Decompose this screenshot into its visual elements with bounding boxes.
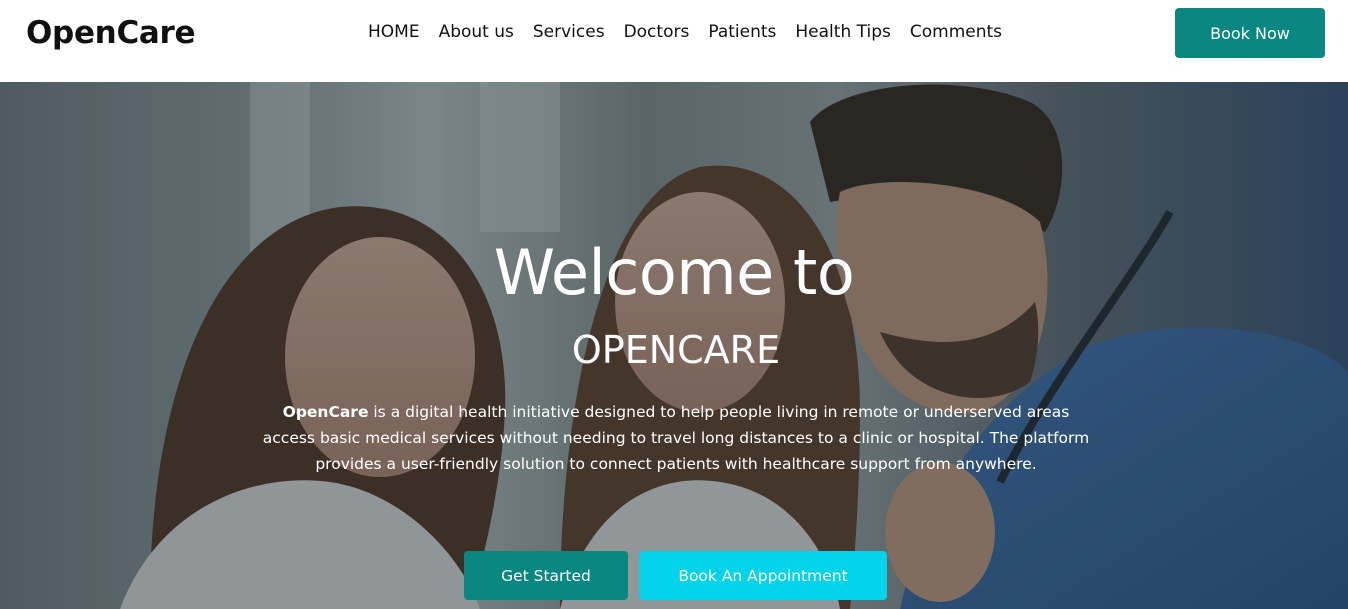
nav-item-comments[interactable]: Comments: [910, 18, 1002, 46]
hero-section: Welcome to OPENCARE OpenCare is a digita…: [0, 82, 1348, 609]
hero-description-brand: OpenCare: [282, 403, 369, 421]
nav-item-patients[interactable]: Patients: [708, 18, 776, 46]
hero-title: Welcome to: [493, 236, 855, 309]
site-logo[interactable]: OpenCare: [26, 13, 196, 53]
nav-item-health-tips[interactable]: Health Tips: [795, 18, 890, 46]
nav-item-about-us[interactable]: About us: [439, 18, 514, 46]
hero-description: OpenCare is a digital health initiative …: [262, 399, 1090, 477]
hero-description-text: is a digital health initiative designed …: [262, 403, 1090, 473]
book-appointment-button[interactable]: Book An Appointment: [639, 551, 887, 600]
get-started-button[interactable]: Get Started: [464, 551, 628, 600]
nav-item-home[interactable]: HOME: [368, 18, 420, 46]
main-nav: HOME About us Services Doctors Patients …: [368, 18, 1002, 46]
nav-item-doctors[interactable]: Doctors: [624, 18, 690, 46]
hero-subtitle: OPENCARE: [571, 328, 781, 372]
site-header: OpenCare HOME About us Services Doctors …: [0, 0, 1348, 82]
nav-item-services[interactable]: Services: [533, 18, 605, 46]
book-now-button[interactable]: Book Now: [1175, 8, 1325, 58]
